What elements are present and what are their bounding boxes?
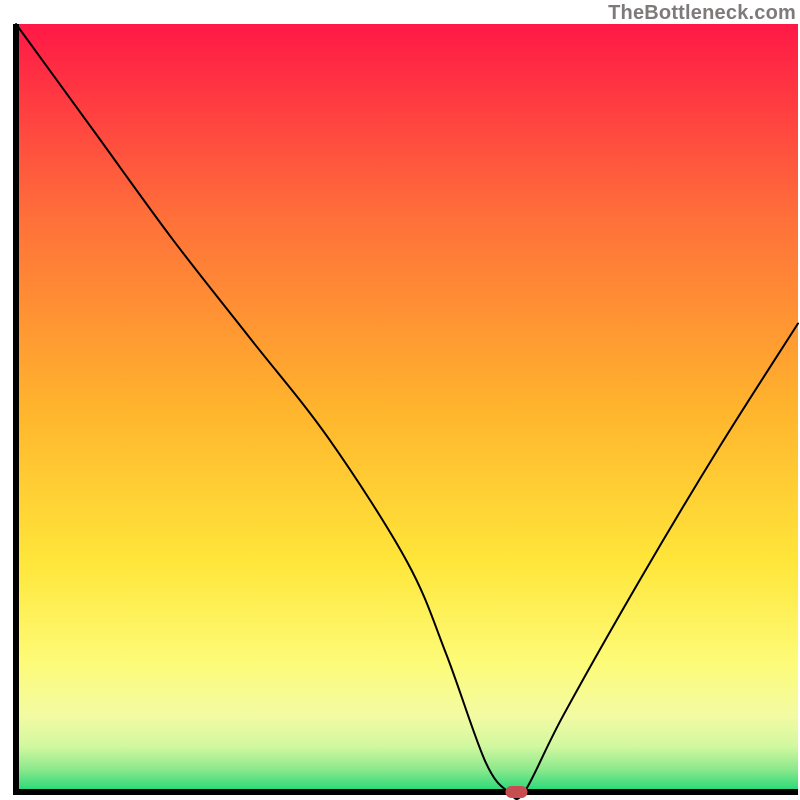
chart-frame: TheBottleneck.com: [0, 0, 800, 800]
plot-background: [16, 24, 798, 792]
optimal-marker: [505, 786, 527, 798]
bottleneck-chart: [0, 0, 800, 800]
